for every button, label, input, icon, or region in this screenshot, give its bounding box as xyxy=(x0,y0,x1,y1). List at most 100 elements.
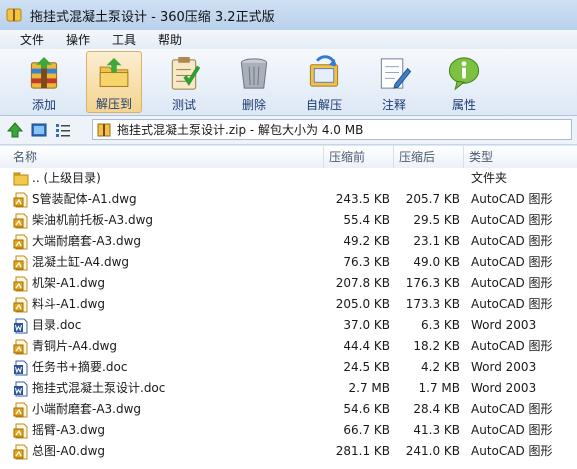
menu-file[interactable]: 文件 xyxy=(12,31,52,48)
delete-label: 删除 xyxy=(241,98,266,112)
window-title: 拖挂式混凝土泵设计 - 360压缩 3.2正式版 xyxy=(30,9,275,25)
file-name: 总图-A0.dwg xyxy=(32,444,106,458)
file-type: 文件夹 xyxy=(471,171,508,185)
self-extract-icon xyxy=(309,55,339,87)
file-name-cell: 总图-A0.dwg xyxy=(13,441,105,462)
file-row[interactable]: 柴油机前托板-A3.dwg 55.4 KB 29.5 KB AutoCAD 图形 xyxy=(0,210,577,231)
file-orig-size: 6.3 KB xyxy=(421,318,460,332)
file-list-header: 名称 压缩前 压缩后 类型 xyxy=(0,146,577,169)
file-row[interactable]: 拖挂式混凝土泵设计.doc 2.7 MB 1.7 MB Word 2003 xyxy=(0,378,577,399)
file-type: AutoCAD 图形 xyxy=(471,423,553,437)
file-packed-size xyxy=(328,168,390,189)
up-level-button[interactable] xyxy=(6,121,24,139)
menu-help[interactable]: 帮助 xyxy=(150,31,190,48)
comment-button[interactable]: 注释 xyxy=(366,51,422,113)
file-name-cell: .. (上级目录) xyxy=(13,168,101,189)
column-packed[interactable]: 压缩前 xyxy=(323,146,393,168)
self-extract-button[interactable]: 自解压 xyxy=(296,51,352,113)
file-row[interactable]: S管装配体-A1.dwg 243.5 KB 205.7 KB AutoCAD 图形 xyxy=(0,189,577,210)
file-row[interactable]: 混凝土缸-A4.dwg 76.3 KB 49.0 KB AutoCAD 图形 xyxy=(0,252,577,273)
file-name-cell: 青铜片-A4.dwg xyxy=(13,336,117,357)
file-name: 机架-A1.dwg xyxy=(32,276,106,290)
file-name-cell: 摇臂-A3.dwg xyxy=(13,420,105,441)
test-button[interactable]: 测试 xyxy=(156,51,212,113)
file-name-cell: 大端耐磨套-A3.dwg xyxy=(13,231,141,252)
word-file-icon xyxy=(14,360,28,375)
file-row[interactable]: 小端耐磨套-A3.dwg 54.6 KB 28.4 KB AutoCAD 图形 xyxy=(0,399,577,420)
file-orig-size: 49.0 KB xyxy=(413,255,460,269)
file-list[interactable]: .. (上级目录) 文件夹 S管装配体-A1.dwg 243.5 KB 205.7 KB… xyxy=(0,168,577,469)
file-name: 料斗-A1.dwg xyxy=(32,297,106,311)
file-name: 任务书+摘要.doc xyxy=(32,360,128,374)
menu-operation[interactable]: 操作 xyxy=(58,31,98,48)
file-type: Word 2003 xyxy=(471,318,537,332)
dwg-file-icon xyxy=(13,423,28,438)
add-label: 添加 xyxy=(31,98,56,112)
file-name-cell: 任务书+摘要.doc xyxy=(13,357,127,378)
delete-button[interactable]: 删除 xyxy=(226,51,282,113)
file-row[interactable]: 机架-A1.dwg 207.8 KB 176.3 KB AutoCAD 图形 xyxy=(0,273,577,294)
file-type: Word 2003 xyxy=(471,360,537,374)
extract-to-button[interactable]: 解压到 xyxy=(86,51,142,113)
file-orig-size: 176.3 KB xyxy=(405,276,460,290)
file-type: AutoCAD 图形 xyxy=(471,213,553,227)
file-name: 柴油机前托板-A3.dwg xyxy=(32,213,154,227)
file-orig-size: 28.4 KB xyxy=(413,402,460,416)
file-row[interactable]: 任务书+摘要.doc 24.5 KB 4.2 KB Word 2003 xyxy=(0,357,577,378)
file-packed-size: 2.7 MB xyxy=(348,381,390,395)
file-orig-size: 173.3 KB xyxy=(405,297,460,311)
add-archive-icon xyxy=(30,56,58,89)
file-name: 摇臂-A3.dwg xyxy=(32,423,106,437)
file-name-cell: 拖挂式混凝土泵设计.doc xyxy=(13,378,165,399)
file-name-cell: 料斗-A1.dwg xyxy=(13,294,105,315)
list-view-button[interactable] xyxy=(54,121,72,139)
self-extract-label: 自解压 xyxy=(305,98,342,112)
up-arrow-icon xyxy=(7,122,23,138)
dwg-file-icon xyxy=(13,255,28,270)
properties-button[interactable]: 属性 xyxy=(436,51,492,113)
file-packed-size: 243.5 KB xyxy=(335,192,390,206)
extract-to-label: 解压到 xyxy=(95,97,132,111)
file-orig-size: 18.2 KB xyxy=(413,339,460,353)
column-type[interactable]: 类型 xyxy=(463,146,577,168)
file-row[interactable]: 料斗-A1.dwg 205.0 KB 173.3 KB AutoCAD 图形 xyxy=(0,294,577,315)
file-orig-size: 205.7 KB xyxy=(405,192,460,206)
path-text: 拖挂式混凝土泵设计.zip - 解包大小为 4.0 MB xyxy=(117,123,364,137)
thumbnail-view-button[interactable] xyxy=(30,121,48,139)
word-file-icon xyxy=(14,318,28,333)
file-row[interactable]: 目录.doc 37.0 KB 6.3 KB Word 2003 xyxy=(0,315,577,336)
column-orig[interactable]: 压缩后 xyxy=(393,146,463,168)
file-orig-size: 23.1 KB xyxy=(413,234,460,248)
toolbar: 添加 解压到 测试 删除 自解压 注释 属性 xyxy=(0,49,577,116)
file-name-cell: S管装配体-A1.dwg xyxy=(13,189,137,210)
file-row[interactable]: 总图-A0.dwg 281.1 KB 241.0 KB AutoCAD 图形 xyxy=(0,441,577,462)
extract-to-icon xyxy=(99,57,129,87)
dwg-file-icon xyxy=(13,402,28,417)
app-logo-icon xyxy=(6,8,22,22)
file-row[interactable]: 大端耐磨套-A3.dwg 49.2 KB 23.1 KB AutoCAD 图形 xyxy=(0,231,577,252)
test-clipboard-icon xyxy=(171,56,201,90)
file-packed-size: 281.1 KB xyxy=(335,444,390,458)
dwg-file-icon xyxy=(13,444,28,459)
add-button[interactable]: 添加 xyxy=(16,51,72,113)
file-row[interactable]: 摇臂-A3.dwg 66.7 KB 41.3 KB AutoCAD 图形 xyxy=(0,420,577,441)
file-name-cell: 机架-A1.dwg xyxy=(13,273,105,294)
path-field[interactable]: 拖挂式混凝土泵设计.zip - 解包大小为 4.0 MB xyxy=(92,119,572,140)
file-orig-size: 241.0 KB xyxy=(405,444,460,458)
file-packed-size: 49.2 KB xyxy=(343,234,390,248)
column-name[interactable]: 名称 xyxy=(8,146,37,168)
image-view-icon xyxy=(31,123,47,137)
file-packed-size: 76.3 KB xyxy=(343,255,390,269)
file-row[interactable]: .. (上级目录) 文件夹 xyxy=(0,168,577,189)
file-type: AutoCAD 图形 xyxy=(471,255,553,269)
archive-icon xyxy=(97,123,111,136)
file-name: 拖挂式混凝土泵设计.doc xyxy=(32,381,166,395)
file-name: 大端耐磨套-A3.dwg xyxy=(32,234,142,248)
menu-tools[interactable]: 工具 xyxy=(104,31,144,48)
file-packed-size: 54.6 KB xyxy=(343,402,390,416)
file-name: 目录.doc xyxy=(32,318,82,332)
file-row[interactable]: 青铜片-A4.dwg 44.4 KB 18.2 KB AutoCAD 图形 xyxy=(0,336,577,357)
file-name: 青铜片-A4.dwg xyxy=(32,339,118,353)
trash-can-icon xyxy=(240,58,268,89)
file-packed-size: 37.0 KB xyxy=(343,318,390,332)
